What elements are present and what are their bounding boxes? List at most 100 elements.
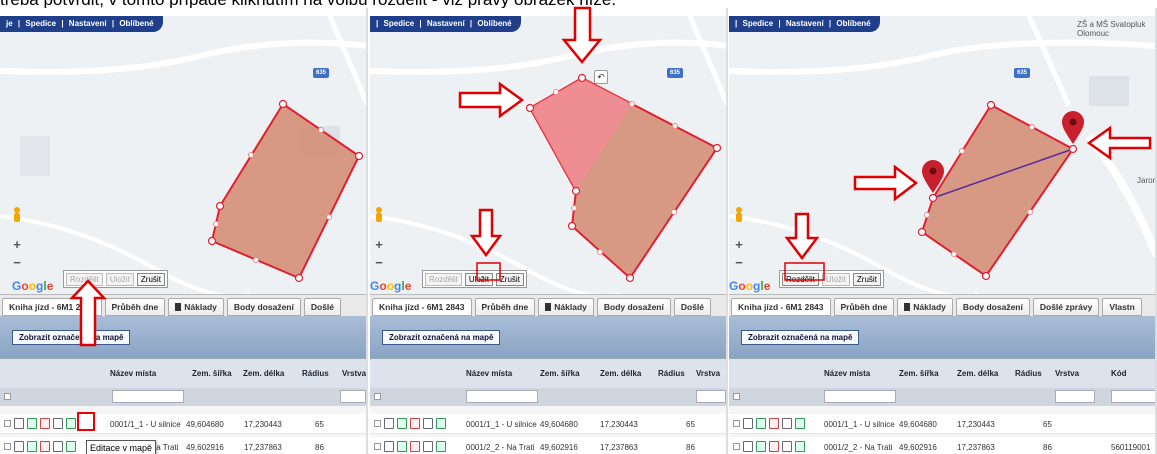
col-radius[interactable]: Rádius xyxy=(658,369,685,378)
col-layer[interactable]: Vrstva xyxy=(1055,369,1079,378)
zoom-out-button[interactable]: − xyxy=(732,256,746,270)
row-checkbox[interactable] xyxy=(4,443,11,450)
detail-icon[interactable] xyxy=(384,418,394,429)
tab-vlastni[interactable]: Vlastn xyxy=(1102,298,1142,316)
menu-item-nastaveni[interactable]: Nastavení xyxy=(786,19,824,28)
tab-dosle-zpravy[interactable]: Došlé xyxy=(303,298,342,316)
col-radius[interactable]: Rádius xyxy=(302,369,329,378)
col-name[interactable]: Název místa xyxy=(110,369,156,378)
edit-icon[interactable] xyxy=(756,418,766,429)
undo-icon[interactable]: ↶ xyxy=(594,70,608,84)
row-checkbox[interactable] xyxy=(374,420,381,427)
delete-icon[interactable] xyxy=(410,418,420,429)
col-name[interactable]: Název místa xyxy=(466,369,512,378)
table-row[interactable]: 0001/1_1 - U silnice 49,604680 17,230443… xyxy=(0,414,366,434)
table-row[interactable]: 0001/2_2 - Na Trati 49,602916 17,237863 … xyxy=(729,437,1155,454)
tab-prubeh-dne[interactable]: Průběh dne xyxy=(833,298,895,316)
pegman-icon[interactable] xyxy=(372,206,386,226)
show-on-map-button[interactable]: Zobrazit označená na mapě xyxy=(12,330,131,345)
edit-in-map-icon[interactable] xyxy=(66,441,76,452)
zoom-in-button[interactable]: + xyxy=(732,238,746,252)
tab-prubeh-dne[interactable]: Průběh dne xyxy=(474,298,536,316)
edit-icon[interactable] xyxy=(27,418,37,429)
edit-in-map-icon[interactable] xyxy=(795,441,805,452)
copy-icon[interactable] xyxy=(782,418,792,429)
tab-kniha-jizd[interactable]: Kniha jízd - 6M1 2843 xyxy=(372,298,472,316)
menu-item-spedice[interactable]: Spedice xyxy=(383,19,414,28)
tab-body-dosazeni[interactable]: Body dosažení xyxy=(226,298,301,316)
zoom-out-button[interactable]: − xyxy=(10,256,24,270)
split-button[interactable]: Rozdělit xyxy=(425,273,462,286)
tab-body-dosazeni[interactable]: Body dosažení xyxy=(596,298,671,316)
tab-naklady[interactable]: Náklady xyxy=(168,298,224,316)
tab-kniha-jizd[interactable]: Kniha jízd - 6M1 2843 xyxy=(731,298,831,316)
cancel-button[interactable]: Zrušit xyxy=(495,273,524,286)
edit-in-map-icon[interactable] xyxy=(436,418,446,429)
col-layer[interactable]: Vrstva xyxy=(696,369,720,378)
col-lon[interactable]: Zem. délka xyxy=(957,369,998,378)
row-checkbox[interactable] xyxy=(374,443,381,450)
save-button[interactable]: Uložit xyxy=(821,273,850,286)
col-lat[interactable]: Zem. šířka xyxy=(899,369,939,378)
filter-name-input[interactable] xyxy=(112,390,184,403)
menu-item-oblibene[interactable]: Oblíbené xyxy=(836,19,870,28)
col-code[interactable]: Kód xyxy=(1111,369,1127,378)
col-layer[interactable]: Vrstva xyxy=(342,369,366,378)
filter-code-input[interactable] xyxy=(1111,390,1155,403)
zoom-in-button[interactable]: + xyxy=(10,238,24,252)
edit-in-map-icon[interactable] xyxy=(66,418,76,429)
save-button[interactable]: Uložit xyxy=(464,273,493,286)
detail-icon[interactable] xyxy=(14,418,24,429)
menu-item[interactable]: je xyxy=(6,19,13,28)
copy-icon[interactable] xyxy=(53,441,63,452)
copy-icon[interactable] xyxy=(423,441,433,452)
edit-icon[interactable] xyxy=(397,418,407,429)
filter-checkbox[interactable] xyxy=(4,393,11,400)
col-lon[interactable]: Zem. délka xyxy=(243,369,284,378)
tab-prubeh-dne[interactable]: Průběh dne xyxy=(104,298,166,316)
table-row[interactable]: 0001/1_1 - U silnice 49,604680 17,230443… xyxy=(729,414,1155,434)
filter-layer-input[interactable] xyxy=(696,390,726,403)
copy-icon[interactable] xyxy=(53,418,63,429)
tab-dosle-zpravy[interactable]: Došlé zprávy xyxy=(1032,298,1100,316)
filter-checkbox[interactable] xyxy=(374,393,381,400)
menu-item-spedice[interactable]: Spedice xyxy=(25,19,56,28)
edit-icon[interactable] xyxy=(27,441,37,452)
menu-item-nastaveni[interactable]: Nastavení xyxy=(427,19,465,28)
tab-kniha-jizd[interactable]: Kniha jízd - 6M1 2843 xyxy=(2,298,102,316)
delete-icon[interactable] xyxy=(410,441,420,452)
menu-item-oblibene[interactable]: Oblíbené xyxy=(477,19,511,28)
show-on-map-button[interactable]: Zobrazit označená na mapě xyxy=(741,330,860,345)
show-on-map-button[interactable]: Zobrazit označená na mapě xyxy=(382,330,501,345)
detail-icon[interactable] xyxy=(384,441,394,452)
menu-item-nastaveni[interactable]: Nastavení xyxy=(69,19,107,28)
zoom-in-button[interactable]: + xyxy=(372,238,386,252)
filter-name-input[interactable] xyxy=(466,390,538,403)
col-lat[interactable]: Zem. šířka xyxy=(540,369,580,378)
row-checkbox[interactable] xyxy=(733,420,740,427)
edit-in-map-icon[interactable] xyxy=(795,418,805,429)
table-row[interactable]: 0001/2_2 - Na Trati 49,602916 17,237863 … xyxy=(0,437,366,454)
cancel-button[interactable]: Zrušit xyxy=(852,273,881,286)
menu-item-spedice[interactable]: Spedice xyxy=(742,19,773,28)
table-row[interactable]: 0001/2_2 - Na Trati 49,602916 17,237863 … xyxy=(370,437,726,454)
tab-naklady[interactable]: Náklady xyxy=(538,298,594,316)
pegman-icon[interactable] xyxy=(732,206,746,226)
split-button[interactable]: Rozdělit xyxy=(66,273,103,286)
delete-icon[interactable] xyxy=(769,418,779,429)
col-name[interactable]: Název místa xyxy=(824,369,870,378)
filter-name-input[interactable] xyxy=(824,390,896,403)
edit-icon[interactable] xyxy=(397,441,407,452)
tab-dosle-zpravy[interactable]: Došlé xyxy=(673,298,712,316)
detail-icon[interactable] xyxy=(14,441,24,452)
copy-icon[interactable] xyxy=(423,418,433,429)
col-lat[interactable]: Zem. šířka xyxy=(192,369,232,378)
filter-layer-input[interactable] xyxy=(1055,390,1095,403)
table-row[interactable]: 0001/1_1 - U silnice 49,604680 17,230443… xyxy=(370,414,726,434)
map-view[interactable]: ZŠ a MŠ SvatoplukOlomouc Jarom 635 + − G… xyxy=(729,16,1155,294)
zoom-out-button[interactable]: − xyxy=(372,256,386,270)
col-radius[interactable]: Rádius xyxy=(1015,369,1042,378)
edit-icon[interactable] xyxy=(756,441,766,452)
split-button[interactable]: Rozdělit xyxy=(782,273,819,286)
detail-icon[interactable] xyxy=(743,441,753,452)
